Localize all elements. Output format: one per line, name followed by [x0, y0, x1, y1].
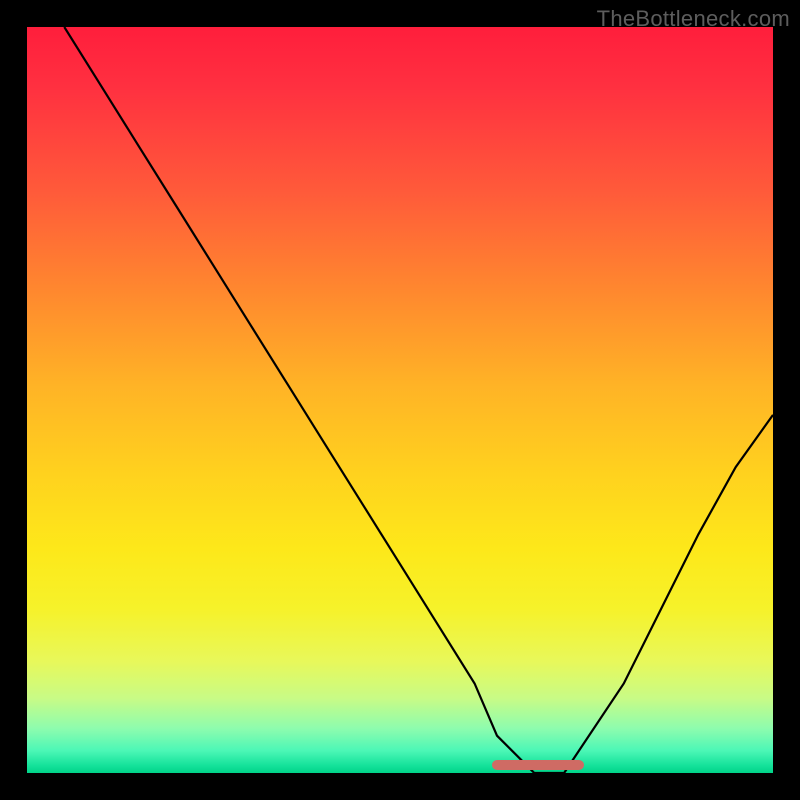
- watermark-text: TheBottleneck.com: [597, 6, 790, 32]
- bottleneck-curve: [27, 27, 773, 773]
- curve-line: [64, 27, 773, 773]
- chart-frame: TheBottleneck.com: [0, 0, 800, 800]
- gradient-plot-area: [27, 27, 773, 773]
